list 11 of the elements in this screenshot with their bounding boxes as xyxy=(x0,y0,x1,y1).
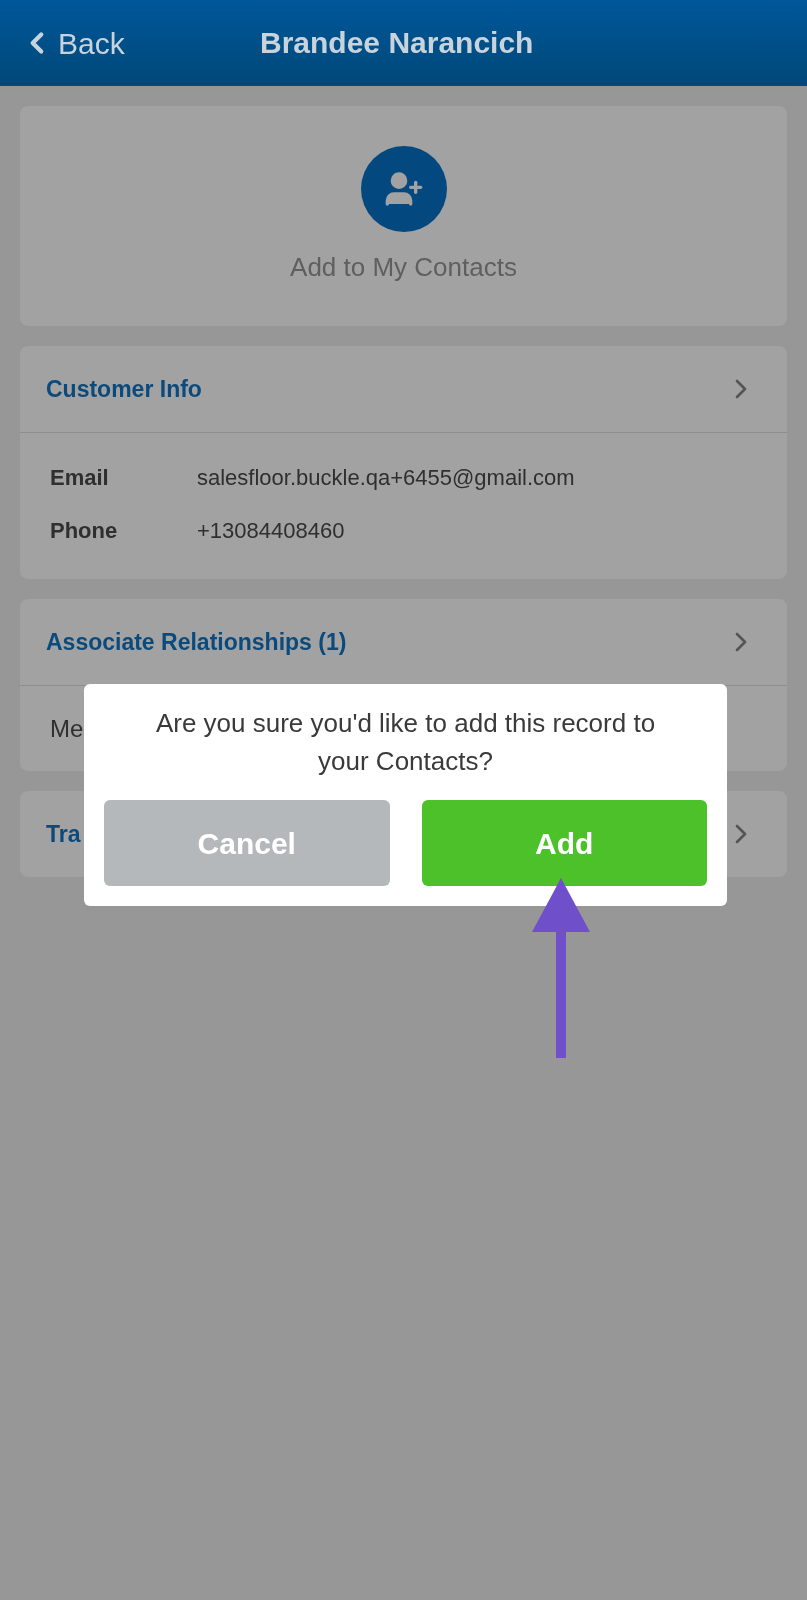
section-title: Associate Relationships (1) xyxy=(46,627,347,657)
section-title: Tra xyxy=(46,819,81,849)
dialog-message: Are you sure you'd like to add this record to your Contacts? xyxy=(154,707,657,778)
field-label: Email xyxy=(50,464,110,492)
add-contact-label: Add to My Contacts xyxy=(290,250,517,284)
page-title: Brandee Narancich xyxy=(260,25,534,61)
field-value: +13084408460 xyxy=(197,517,345,545)
section-title: Customer Info xyxy=(46,374,202,404)
field-label: Phone xyxy=(50,517,119,545)
field-value: salesfloor.buckle.qa+6455@gmail.com xyxy=(197,464,575,492)
relationship-text: Me xyxy=(50,713,84,744)
